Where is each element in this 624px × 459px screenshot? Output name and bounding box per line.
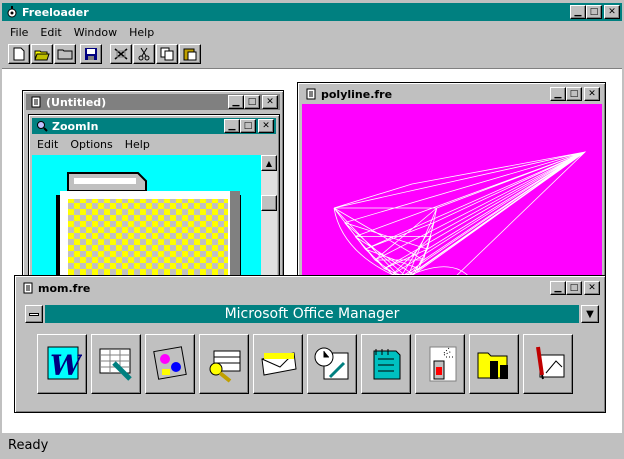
- toolbar: [8, 44, 202, 64]
- app-icon[interactable]: [4, 4, 20, 20]
- scroll-up-button[interactable]: ▲: [261, 155, 277, 171]
- main-menu: File Edit Window Help: [4, 23, 160, 41]
- zoomed-folder-icon: [56, 172, 241, 279]
- polyline-window[interactable]: polyline.fre ▁ □ ✕: [297, 82, 606, 282]
- app-title: Freeloader: [22, 5, 89, 19]
- mom-title: mom.fre: [38, 281, 91, 295]
- minimize-button[interactable]: ▁: [570, 5, 586, 19]
- document-icon[interactable]: [20, 280, 36, 296]
- powerpoint-icon[interactable]: [145, 334, 195, 394]
- dropdown-button[interactable]: ▼: [581, 305, 599, 323]
- maximize-button[interactable]: □: [566, 87, 582, 101]
- schedule-icon[interactable]: [307, 334, 357, 394]
- polyline-drawing: [333, 151, 587, 280]
- status-text: Ready: [8, 437, 49, 453]
- file-manager-icon[interactable]: [469, 334, 519, 394]
- close-button[interactable]: ✕: [262, 95, 278, 109]
- menu-file[interactable]: File: [4, 26, 34, 39]
- scroll-thumb[interactable]: [261, 195, 277, 211]
- app-titlebar[interactable]: Freeloader ▁ □ ✕: [2, 3, 622, 21]
- copy-icon[interactable]: [156, 44, 178, 64]
- spray-icon[interactable]: [415, 334, 465, 394]
- document-icon[interactable]: [303, 86, 319, 102]
- notes-icon[interactable]: [361, 334, 411, 394]
- maximize-button[interactable]: □: [244, 95, 260, 109]
- menu-options[interactable]: Options: [64, 138, 118, 151]
- close-button[interactable]: ✕: [584, 281, 600, 295]
- menu-help[interactable]: Help: [123, 26, 160, 39]
- polyline-titlebar[interactable]: polyline.fre ▁ □ ✕: [301, 86, 602, 102]
- document-icon[interactable]: [28, 94, 44, 110]
- untitled-titlebar[interactable]: (Untitled) ▁ □ ✕: [26, 94, 280, 110]
- minimize-button[interactable]: ▁: [224, 119, 240, 133]
- office-manager-banner[interactable]: Microsoft Office Manager: [45, 305, 579, 323]
- minimize-button[interactable]: ▁: [228, 95, 244, 109]
- mail-icon[interactable]: [253, 334, 303, 394]
- svg-text:W: W: [50, 349, 82, 382]
- menu-edit[interactable]: Edit: [31, 138, 64, 151]
- save-icon[interactable]: [80, 44, 102, 64]
- maximize-button[interactable]: □: [586, 5, 602, 19]
- polyline-title: polyline.fre: [321, 87, 393, 101]
- zoomin-window[interactable]: ZoomIn ▁ □ ✕ Edit Options Help ▲: [28, 114, 280, 279]
- office-app-buttons: W: [37, 334, 577, 394]
- mom-titlebar[interactable]: mom.fre ▁ □ ✕: [18, 279, 602, 297]
- folder-icon[interactable]: [54, 44, 76, 64]
- polyline-strokes: [333, 151, 587, 280]
- office-manager-bar: Microsoft Office Manager ▼: [25, 304, 599, 324]
- menu-window[interactable]: Window: [68, 26, 123, 39]
- close-button[interactable]: ✕: [584, 87, 600, 101]
- menu-help[interactable]: Help: [119, 138, 156, 151]
- system-menu-button[interactable]: [25, 305, 43, 323]
- word-icon[interactable]: W: [37, 334, 87, 394]
- zoomin-title: ZoomIn: [52, 119, 99, 133]
- maximize-button[interactable]: □: [240, 119, 256, 133]
- excel-icon[interactable]: [91, 334, 141, 394]
- untitled-window[interactable]: (Untitled) ▁ □ ✕ ZoomIn ▁ □ ✕ Edit Optio…: [22, 90, 284, 280]
- maximize-button[interactable]: □: [566, 281, 582, 295]
- mom-window[interactable]: mom.fre ▁ □ ✕ Microsoft Office Manager ▼…: [14, 275, 606, 413]
- new-icon[interactable]: [8, 44, 30, 64]
- minimize-button[interactable]: ▁: [550, 87, 566, 101]
- open-icon[interactable]: [31, 44, 53, 64]
- clear-icon[interactable]: [110, 44, 132, 64]
- minimize-button[interactable]: ▁: [550, 281, 566, 295]
- draw-icon[interactable]: [523, 334, 573, 394]
- close-button[interactable]: ✕: [258, 119, 274, 133]
- office-manager-title: Microsoft Office Manager: [224, 306, 400, 322]
- zoomin-menu: Edit Options Help: [31, 135, 156, 153]
- close-button[interactable]: ✕: [604, 5, 620, 19]
- vertical-scrollbar[interactable]: ▲: [261, 155, 277, 279]
- polyline-canvas[interactable]: [302, 104, 602, 280]
- zoomin-titlebar[interactable]: ZoomIn ▁ □ ✕: [32, 118, 276, 134]
- access-icon[interactable]: [199, 334, 249, 394]
- status-bar: Ready: [2, 432, 622, 457]
- paste-icon[interactable]: [179, 44, 201, 64]
- cut-icon[interactable]: [133, 44, 155, 64]
- zoom-canvas[interactable]: [32, 155, 261, 279]
- untitled-title: (Untitled): [46, 95, 107, 109]
- menu-edit[interactable]: Edit: [34, 26, 67, 39]
- zoom-icon[interactable]: [34, 118, 50, 134]
